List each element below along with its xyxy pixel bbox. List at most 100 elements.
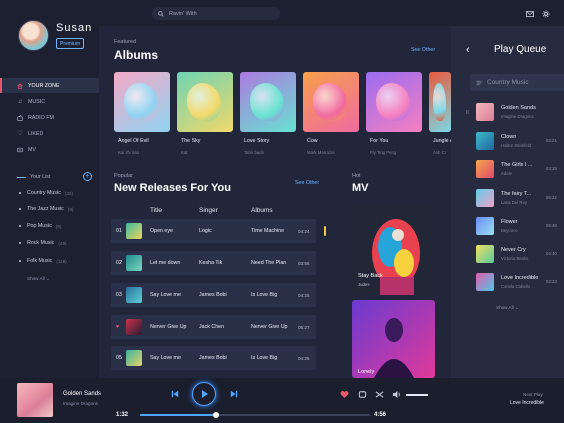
track-title: Let me down <box>150 260 181 266</box>
table-row[interactable]: 05 Say Love me James Bobi Is Love Big 04:25 <box>111 346 316 370</box>
table-row[interactable]: 01 Open eye Logic Time Machine 04:24 <box>111 219 316 243</box>
like-button[interactable] <box>340 390 349 399</box>
show-all-lists-link[interactable]: Show All ⌄ <box>27 276 50 282</box>
track-singer: Jack Chen <box>199 324 225 330</box>
track-album: Time Machine <box>251 228 285 234</box>
table-row[interactable]: 03 Say Love me James Bobi Is Love Big 04:25 <box>111 283 316 307</box>
play-button[interactable] <box>192 382 216 406</box>
track-thumbnail <box>126 319 142 335</box>
volume-slider[interactable] <box>406 394 428 396</box>
bullet <box>19 260 21 262</box>
album-card[interactable] <box>114 72 170 132</box>
show-all-queue-link[interactable]: Show All ⌄ <box>496 305 519 311</box>
queue-item[interactable]: Love Incredible Camila Cabello 03:23 <box>476 270 564 294</box>
settings-icon[interactable] <box>541 9 550 18</box>
mv-artist: Judes <box>358 282 370 287</box>
track-duration: 04:25 <box>298 355 310 361</box>
queue-item[interactable]: Golden Sands Imagine Dragons <box>476 100 564 124</box>
see-other-releases-link[interactable]: See Other <box>295 180 319 186</box>
nav-item-liked[interactable]: ♡ LIKED <box>0 126 99 141</box>
show-all-label: Show All <box>496 305 514 310</box>
queue-item[interactable]: The Girls I ... Adele 03:35 <box>476 157 564 181</box>
queue-search-field[interactable]: Country Music <box>470 74 564 91</box>
queue-artist: Imagine Dragons <box>501 114 534 119</box>
total-time: 4:56 <box>374 412 387 418</box>
nav-item-mv[interactable]: MV <box>0 142 99 157</box>
track-singer: James Bobi <box>199 292 227 298</box>
repeat-button[interactable] <box>358 390 367 399</box>
now-playing-cover[interactable] <box>17 383 53 417</box>
next-play-label: Next Play <box>523 392 543 397</box>
previous-button[interactable] <box>170 389 180 399</box>
queue-item[interactable]: Clown Hailee Steinfeld 03:21 <box>476 129 564 153</box>
list-item[interactable]: Rock Music (49) <box>19 237 93 249</box>
queue-artist: Hailee Steinfeld <box>501 143 532 148</box>
album-card[interactable] <box>303 72 359 132</box>
search-input[interactable]: Ravin' With <box>169 11 197 17</box>
heart-icon[interactable]: ♥ <box>116 324 119 330</box>
track-thumbnail <box>126 287 142 303</box>
heart-icon: ♡ <box>17 130 23 137</box>
list-item[interactable]: Country Music (32) <box>19 187 93 199</box>
album-card[interactable] <box>366 72 422 132</box>
mv-card[interactable]: Lonely <box>352 300 435 378</box>
queue-item[interactable]: The fairy T... Lana Del Rey 05:22 <box>476 186 564 210</box>
track-thumbnail <box>126 350 142 366</box>
album-title: Cow <box>307 138 318 144</box>
album-card[interactable] <box>240 72 296 132</box>
queue-title: Golden Sands <box>501 105 536 111</box>
shuffle-button[interactable] <box>375 390 384 399</box>
queue-artist: Beyonce <box>501 228 518 233</box>
list-item[interactable]: The Jazz Music (9) <box>19 203 93 215</box>
table-row[interactable]: 02 Let me down Kesha Tik Need The Plan 03:56 <box>111 251 316 275</box>
album-card[interactable] <box>429 72 451 132</box>
popular-label: Popular <box>114 173 133 179</box>
queue-item[interactable]: Never Cry Victoria Banks 04:40 <box>476 242 564 266</box>
album-art <box>432 82 447 122</box>
nav-item-your-zone[interactable]: YOUR ZONE <box>0 78 99 93</box>
progress-handle[interactable] <box>213 412 219 418</box>
mv-card[interactable]: Stay Back Judes <box>352 205 435 295</box>
scroll-indicator[interactable] <box>324 226 326 236</box>
queue-title: Love Incredible <box>501 275 539 281</box>
album-card[interactable] <box>177 72 233 132</box>
queue-search-input[interactable]: Country Music <box>487 79 529 86</box>
table-row[interactable]: ♥ Nerver Give Up Jack Chen Nerver Give Up 05… <box>111 315 316 339</box>
column-header-title: Title <box>150 207 163 214</box>
nav-item-music[interactable]: ♫ MUSIC <box>0 94 99 109</box>
playlist-icon <box>476 80 482 86</box>
track-duration: 05:27 <box>298 324 310 330</box>
track-thumbnail <box>126 255 142 271</box>
album-artist: Mark Marrazia <box>307 150 335 155</box>
album-artist: Fly Ting Peng <box>370 150 397 155</box>
add-list-button[interactable]: + <box>83 172 92 181</box>
album-artist: Tabir badir <box>244 150 265 155</box>
back-chevron-icon[interactable]: ‹ <box>466 44 470 56</box>
queue-artist: Adele <box>501 171 512 176</box>
album-art <box>250 82 284 122</box>
track-duration: 03:56 <box>298 260 310 266</box>
albums-heading: Albums <box>114 48 159 62</box>
queue-thumbnail <box>476 189 494 207</box>
play-queue-title: Play Queue <box>494 44 547 55</box>
show-all-label: Show All <box>27 276 45 281</box>
track-duration: 04:24 <box>298 228 310 234</box>
chevron-down-icon: ⌄ <box>45 276 50 281</box>
track-album: Need The Plan <box>251 260 287 266</box>
mail-icon[interactable] <box>525 10 534 17</box>
nav-label: LIKED <box>28 130 44 137</box>
queue-item[interactable]: Flower Beyonce 05:48 <box>476 214 564 238</box>
list-item[interactable]: Pop Music (9) <box>19 220 93 232</box>
see-other-albums-link[interactable]: See Other <box>411 47 435 53</box>
next-button[interactable] <box>229 389 239 399</box>
your-list-label: Your List <box>30 174 51 180</box>
video-icon <box>17 147 23 153</box>
avatar[interactable] <box>18 20 49 51</box>
next-play-song[interactable]: Love Incredible <box>510 400 544 406</box>
home-icon <box>17 82 23 89</box>
search-bar[interactable]: Ravin' With <box>152 7 280 20</box>
list-item[interactable]: Folk Music (118) <box>19 255 93 267</box>
nav-item-radio[interactable]: RADIO FM <box>0 110 99 125</box>
volume-button[interactable] <box>392 390 401 399</box>
queue-artist: Victoria Banks <box>501 256 529 261</box>
